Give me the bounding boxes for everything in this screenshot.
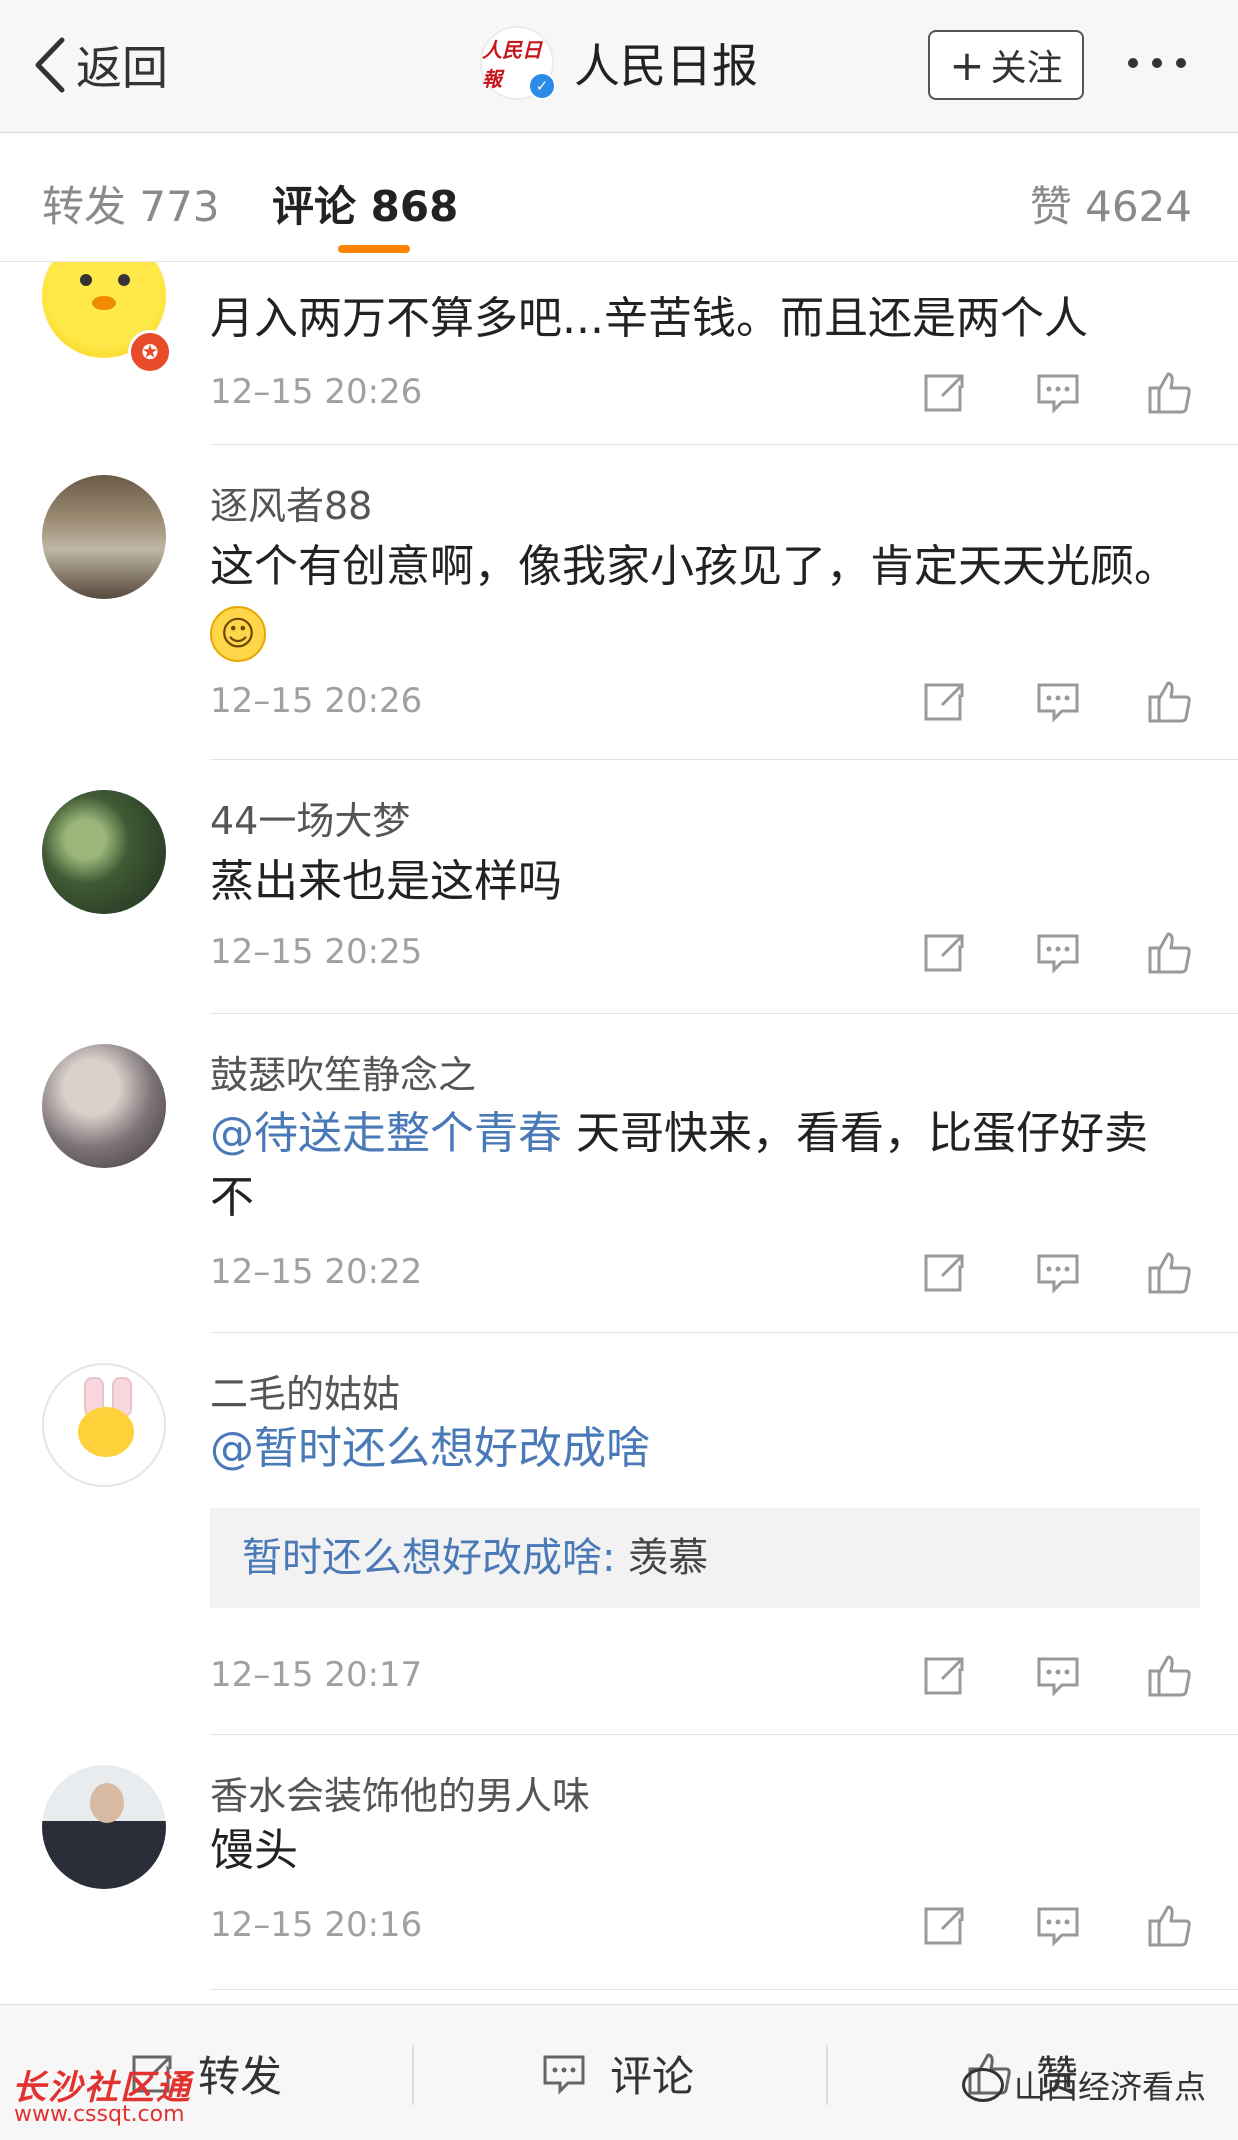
share-icon[interactable] — [920, 677, 968, 725]
comment-text: @暂时还么想好改成啥 — [210, 1417, 1190, 1481]
reply-icon[interactable] — [1034, 677, 1082, 725]
comment-author[interactable]: 逐风者88 — [210, 475, 372, 530]
share-icon[interactable] — [920, 1901, 968, 1949]
comment-text: 月入两万不算多吧...辛苦钱。而且还是两个人 — [210, 293, 1088, 344]
tab-like[interactable]: 赞 4624 — [1030, 173, 1192, 234]
comment-label: 评论 — [610, 2051, 695, 2101]
comment-text: 馒头 — [210, 1825, 298, 1876]
tab-comment[interactable]: 评论 868 — [272, 173, 458, 234]
avatar[interactable] — [42, 1044, 166, 1168]
thumbs-up-icon[interactable] — [1146, 1651, 1194, 1699]
comment-icon — [543, 2055, 585, 2095]
share-icon[interactable] — [920, 1248, 968, 1296]
comment-text: 蒸出来也是这样吗 — [210, 856, 562, 907]
comment-author[interactable]: 二毛的姑姑 — [210, 1363, 400, 1418]
comment-time: 12–15 20:22 — [210, 1252, 423, 1292]
comment-button[interactable]: 评论 — [540, 2045, 694, 2101]
share-icon[interactable] — [920, 368, 968, 416]
comment-author[interactable]: 鼓瑟吹笙静念之 — [210, 1044, 476, 1099]
mention-link[interactable]: @暂时还么想好改成啥 — [210, 1423, 650, 1474]
comment-time: 12–15 20:26 — [210, 681, 423, 721]
follow-label: 关注 — [990, 48, 1063, 89]
grin-emoji-icon: ☺ — [210, 606, 266, 662]
share-icon[interactable] — [920, 1651, 968, 1699]
avatar[interactable] — [42, 1765, 166, 1889]
comment-author[interactable]: 44一场大梦 — [210, 790, 410, 845]
comment-actions — [920, 1248, 1210, 1298]
avatar[interactable] — [42, 1363, 166, 1487]
back-label: 返回 — [76, 41, 168, 95]
member-badge-icon: ✪ — [128, 330, 172, 374]
share-icon[interactable] — [920, 928, 968, 976]
active-tab-indicator — [338, 245, 410, 253]
quoted-reply[interactable]: 暂时还么想好改成啥: 羡慕 — [210, 1508, 1200, 1608]
avatar[interactable] — [42, 790, 166, 914]
thumbs-up-icon[interactable] — [1146, 677, 1194, 725]
comment-actions — [920, 368, 1210, 418]
thumbs-up-icon[interactable] — [1146, 928, 1194, 976]
tab-bar: 转发 773 评论 868 赞 4624 — [0, 133, 1238, 262]
reply-icon[interactable] — [1034, 928, 1082, 976]
comment-time: 12–15 20:25 — [210, 932, 423, 972]
wechat-icon — [962, 2068, 1004, 2102]
comment-list[interactable]: ✪ 月入两万不算多吧...辛苦钱。而且还是两个人 12–15 20:26 逐风者… — [0, 262, 1238, 2002]
watermark-url: www.cssqt.com — [14, 2102, 185, 2127]
comment-time: 12–15 20:26 — [210, 372, 423, 412]
reply-icon[interactable] — [1034, 1901, 1082, 1949]
follow-button[interactable]: + 关注 — [928, 30, 1084, 100]
tab-repost[interactable]: 转发 773 — [42, 173, 220, 234]
verified-icon: ✓ — [528, 72, 556, 100]
watermark-source: 山西经济看点 — [1014, 2068, 1207, 2106]
thumbs-up-icon[interactable] — [1146, 1248, 1194, 1296]
repost-label: 转发 — [198, 2051, 283, 2101]
reply-icon[interactable] — [1034, 1248, 1082, 1296]
more-options-icon[interactable] — [1128, 58, 1186, 68]
watermark-wechat: 山西经济看点 — [962, 2062, 1206, 2108]
comment-actions — [920, 928, 1210, 978]
account-avatar[interactable]: 人民日報 ✓ — [480, 26, 556, 100]
comment-author[interactable]: 香水会装饰他的男人味 — [210, 1765, 590, 1820]
comment-text: 这个有创意啊，像我家小孩见了，肯定天天光顾。 ☺ — [210, 535, 1190, 663]
navigation-bar: 返回 人民日報 ✓ 人民日报 + 关注 — [0, 0, 1238, 133]
reply-icon[interactable] — [1034, 368, 1082, 416]
account-header[interactable]: 人民日報 ✓ 人民日报 — [480, 26, 758, 100]
comment-actions — [920, 1651, 1210, 1701]
account-name: 人民日报 — [574, 39, 758, 93]
back-button[interactable]: 返回 — [30, 30, 168, 100]
chevron-left-icon — [35, 37, 65, 93]
comment-actions — [920, 1901, 1210, 1951]
comment-text: @待送走整个青春 天哥快来，看看，比蛋仔好卖不 — [210, 1108, 1148, 1223]
mention-link[interactable]: @待送走整个青春 — [210, 1108, 562, 1159]
plus-icon: + — [949, 40, 985, 90]
reply-icon[interactable] — [1034, 1651, 1082, 1699]
comment-time: 12–15 20:16 — [210, 1905, 423, 1945]
comment-actions — [920, 677, 1210, 727]
thumbs-up-icon[interactable] — [1146, 368, 1194, 416]
comment-time: 12–15 20:17 — [210, 1655, 423, 1695]
avatar[interactable] — [42, 475, 166, 599]
thumbs-up-icon[interactable] — [1146, 1901, 1194, 1949]
